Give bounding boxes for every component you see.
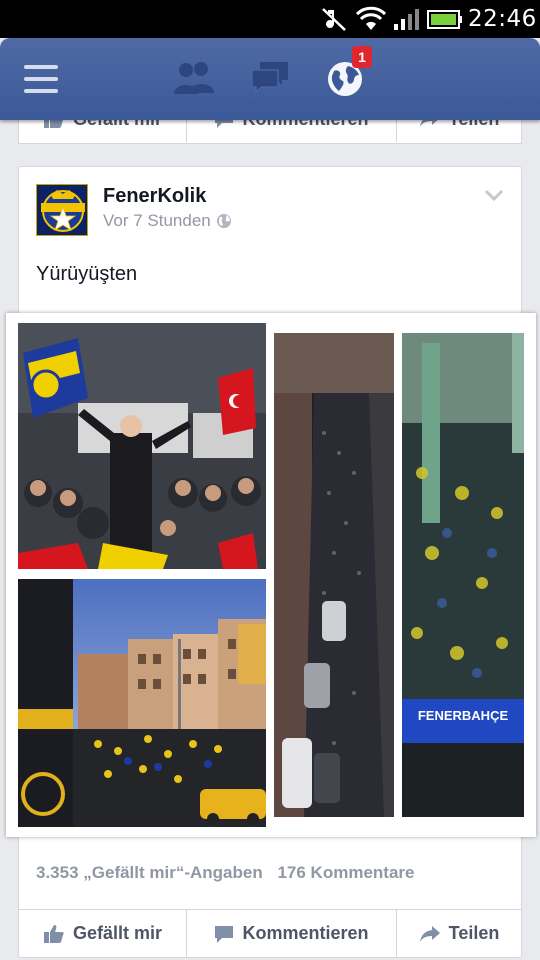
friend-requests-icon[interactable] [172,60,216,96]
wifi-icon [356,6,386,30]
share-label: Teilen [448,923,500,943]
post-timestamp[interactable]: Vor 7 Stunden [103,211,232,231]
author-avatar[interactable] [36,184,88,236]
photo-rally-speaker [18,323,266,569]
top-navigation-bar: 1 [0,38,540,120]
status-bar: 22:46 [0,0,540,38]
comment-button[interactable]: Kommentieren [187,910,397,957]
photo-street-crowd [18,579,266,827]
comments-count[interactable]: 176 Kommentare [277,863,414,882]
post-card: FenerKolik Vor 7 Stunden Yürüyüşten FENE… [6,166,536,958]
menu-icon[interactable] [24,65,58,93]
notification-badge: 1 [352,46,372,68]
share-icon [419,925,440,942]
post-photo[interactable]: FENERBAHÇE [6,313,536,837]
fenerkolik-logo-icon [37,185,87,235]
like-label: Gefällt mir [72,923,163,943]
post-author-name[interactable]: FenerKolik [103,185,206,208]
clock: 22:46 [468,6,537,32]
globe-icon [216,214,231,228]
signal-icon [394,9,419,30]
mute-icon [322,8,346,31]
photo-aerial-march [274,333,394,817]
thumbs-up-icon [43,924,64,943]
share-button[interactable]: Teilen [397,910,521,957]
post-time: Vor 7 Stunden [103,211,211,230]
chevron-down-icon[interactable] [485,189,503,201]
like-button[interactable]: Gefällt mir [19,910,187,957]
post-text: Yürüyüşten [36,263,138,285]
post-stats: 3.353 „Gefällt mir“-Angaben 176 Kommenta… [36,863,424,883]
post-actions: Gefällt mir Kommentieren Teilen [19,909,521,957]
messages-icon[interactable] [250,60,290,96]
photo-fenerbahce-crowd: FENERBAHÇE [402,333,524,817]
fenerbahce-banner-text: FENERBAHÇE [418,708,509,723]
comment-label: Kommentieren [242,923,369,943]
comment-icon [215,925,234,943]
likes-count[interactable]: 3.353 „Gefällt mir“-Angaben [36,863,263,882]
battery-icon [427,10,462,29]
